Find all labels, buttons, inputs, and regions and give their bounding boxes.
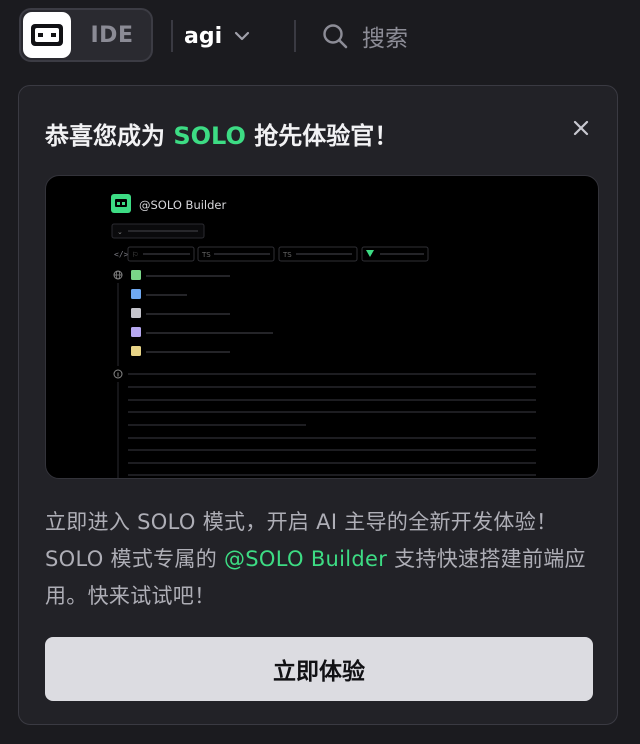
info-icon bbox=[113, 369, 123, 379]
ide-mode-tab[interactable]: IDE bbox=[73, 10, 151, 60]
builder-mention: @SOLO Builder bbox=[224, 547, 388, 571]
project-name: agi bbox=[184, 23, 223, 49]
chevron-down-icon bbox=[235, 31, 250, 41]
search-icon bbox=[323, 24, 348, 49]
builder-label: @SOLO Builder bbox=[139, 198, 226, 212]
preview-image: @SOLO Builder ⌄ </> ⚐ TS TS bbox=[45, 175, 599, 479]
solo-mode-icon bbox=[31, 24, 63, 46]
search-button[interactable]: 搜索 bbox=[322, 14, 408, 58]
close-button[interactable] bbox=[569, 116, 593, 140]
chip-label: TS bbox=[282, 251, 292, 259]
mode-toggle[interactable]: IDE bbox=[19, 8, 153, 62]
svg-text:⚐: ⚐ bbox=[132, 251, 138, 259]
solo-mode-tab[interactable] bbox=[23, 12, 71, 58]
popup-title: 恭喜您成为 SOLO 抢先体验官！ bbox=[45, 122, 399, 150]
divider bbox=[171, 20, 173, 52]
code-icon: </> bbox=[114, 250, 129, 259]
try-now-button[interactable]: 立即体验 bbox=[45, 637, 593, 701]
project-selector[interactable]: agi bbox=[184, 14, 250, 58]
solo-invite-popup: 恭喜您成为 SOLO 抢先体验官！ @SOLO Builder ⌄ </> ⚐ … bbox=[18, 85, 618, 725]
globe-icon bbox=[113, 270, 123, 280]
svg-text:⌄: ⌄ bbox=[117, 228, 123, 236]
top-bar: IDE agi 搜索 bbox=[0, 0, 640, 76]
builder-logo-icon bbox=[111, 194, 131, 213]
search-label: 搜索 bbox=[362, 26, 408, 52]
chip-label: TS bbox=[201, 251, 211, 259]
popup-description: 立即进入 SOLO 模式，开启 AI 主导的全新开发体验！SOLO 模式专属的 … bbox=[45, 510, 586, 608]
divider bbox=[294, 20, 296, 52]
close-icon bbox=[573, 120, 589, 136]
title-accent: SOLO bbox=[173, 122, 246, 150]
svg-text:</>: </> bbox=[114, 250, 129, 259]
